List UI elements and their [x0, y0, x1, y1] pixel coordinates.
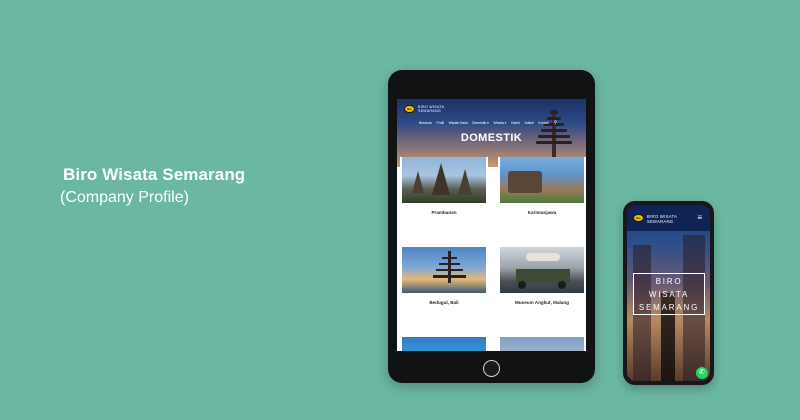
- caption-subtitle: (Company Profile): [60, 189, 189, 206]
- destination-card-prambanan[interactable]: Prambanan: [400, 157, 488, 243]
- caption-title: Biro Wisata Semarang: [63, 165, 246, 184]
- chevron-down-icon: ▾: [486, 121, 489, 125]
- main-nav: Beranda Profil Wisata Halal Domestik ▾ W…: [419, 120, 557, 126]
- nav-item-galeri[interactable]: Galeri: [511, 121, 520, 125]
- phone-screen: Bie BIRO WISATA SEMARANG ≡ BIRO WISATA S…: [627, 205, 710, 381]
- hero-title-line3: SEMARANG: [638, 303, 700, 312]
- tablet-screen: Bie BIRO WISATA SEMARANG Beranda Profil …: [397, 99, 586, 351]
- destination-grid: Prambanan Karimunjawa Bedugul, Bali Muse…: [397, 157, 586, 351]
- destination-image: [500, 247, 584, 293]
- brand-name-line2: SEMARANG: [418, 109, 441, 113]
- hero-title-line2: WISATA: [648, 290, 690, 299]
- chevron-down-icon: ▾: [503, 121, 507, 125]
- destination-label: Museum Angkut, Malang: [515, 300, 569, 305]
- destination-image: [402, 157, 486, 203]
- brand-name[interactable]: BIRO WISATA SEMARANG: [647, 214, 677, 224]
- phone-device: Bie BIRO WISATA SEMARANG ≡ BIRO WISATA S…: [623, 201, 714, 385]
- page-title: DOMESTIK: [460, 132, 523, 144]
- nav-item-wisata-halal[interactable]: Wisata Halal: [449, 121, 468, 125]
- brand-logo[interactable]: Bie: [404, 105, 415, 113]
- brand-logo[interactable]: Bie: [633, 214, 644, 222]
- phone-header: Bie BIRO WISATA SEMARANG ≡: [627, 205, 710, 231]
- home-button[interactable]: [483, 360, 500, 377]
- destination-card-bedugul-bali[interactable]: Bedugul, Bali: [400, 247, 488, 333]
- destination-label: Prambanan: [431, 210, 457, 215]
- nav-item-kontak[interactable]: Kontak: [538, 121, 549, 125]
- nav-item-beranda[interactable]: Beranda: [419, 121, 432, 125]
- whatsapp-icon[interactable]: ✆: [696, 367, 708, 379]
- destination-image: [500, 337, 584, 351]
- nav-item-domestik-label: Domestik: [472, 121, 487, 125]
- nav-item-domestik[interactable]: Domestik ▾: [472, 121, 489, 125]
- brand-name-line2: SEMARANG: [647, 219, 674, 224]
- destination-card-karimunjawa[interactable]: Karimunjawa: [498, 157, 586, 243]
- nav-item-artikel[interactable]: Artikel: [524, 121, 533, 125]
- destination-label: Bedugul, Bali: [429, 300, 459, 305]
- destination-image: [402, 247, 486, 293]
- hamburger-menu-icon[interactable]: ≡: [697, 214, 702, 222]
- nav-item-wisata-label: Wisata: [493, 121, 504, 125]
- destination-card-coast[interactable]: [400, 337, 488, 351]
- destination-image: [500, 157, 584, 203]
- search-icon[interactable]: ⚲: [553, 120, 557, 126]
- nav-item-wisata[interactable]: Wisata ▾: [493, 121, 506, 125]
- destination-image: [402, 337, 486, 351]
- destination-card-mosque[interactable]: [498, 337, 586, 351]
- hero-title: BIRO WISATA SEMARANG: [633, 273, 705, 315]
- hero-title-line1: BIRO: [655, 277, 683, 286]
- nav-item-profil[interactable]: Profil: [436, 121, 444, 125]
- tablet-device: Bie BIRO WISATA SEMARANG Beranda Profil …: [388, 70, 595, 383]
- brand-name[interactable]: BIRO WISATA SEMARANG: [418, 105, 444, 113]
- destination-label: Karimunjawa: [527, 210, 557, 215]
- destination-card-museum-angkut[interactable]: Museum Angkut, Malang: [498, 247, 586, 333]
- caption: Biro Wisata Semarang (Company Profile): [60, 165, 245, 207]
